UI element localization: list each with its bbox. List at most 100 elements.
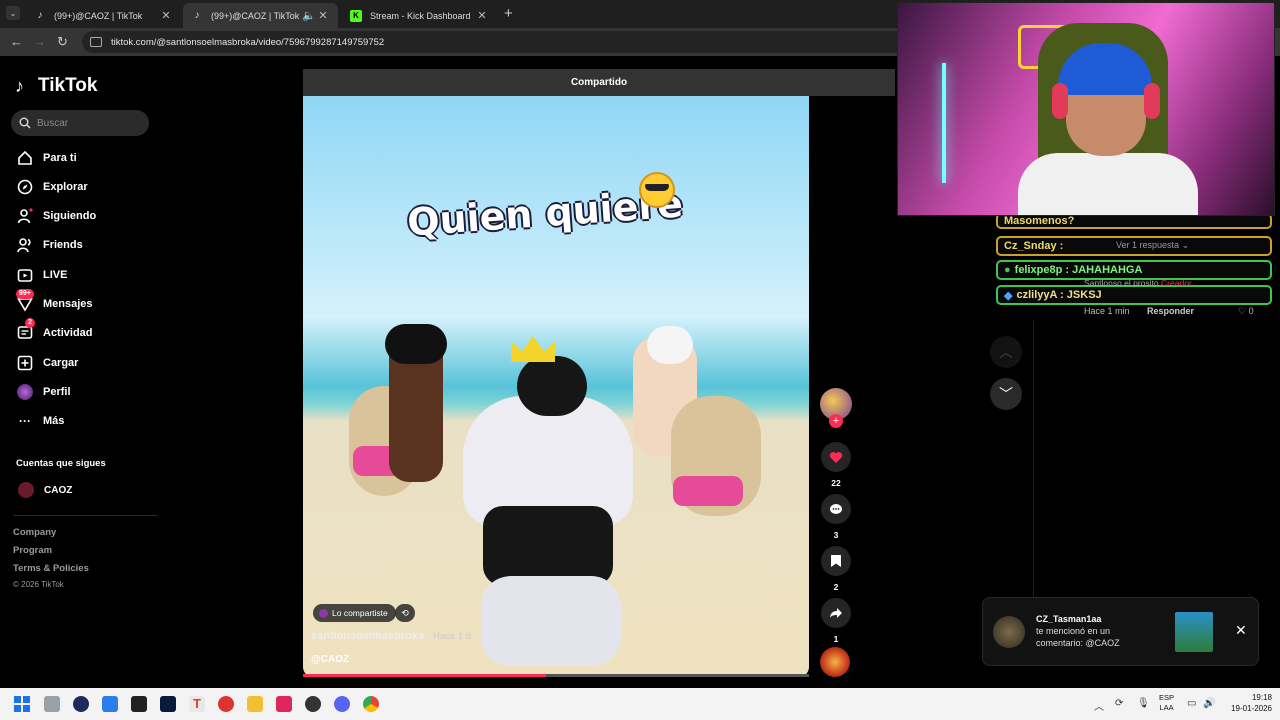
- following-icon: [16, 207, 34, 225]
- close-tab-icon[interactable]: ✕: [159, 9, 173, 22]
- save-button[interactable]: 2: [818, 546, 854, 592]
- chevron-up-icon: ︿: [999, 344, 1013, 360]
- app-icon[interactable]: [73, 696, 89, 712]
- file-explorer-icon[interactable]: [247, 696, 263, 712]
- system-clock[interactable]: 19:18 19-01-2026: [1222, 692, 1272, 714]
- kick-badge-icon: ●: [1004, 264, 1011, 276]
- tiktok-icon: ♪: [194, 10, 200, 21]
- epic-games-icon[interactable]: [131, 696, 147, 712]
- tab-title: (99+)@CAOZ | TikTok: [54, 10, 143, 21]
- character-center-head: [517, 356, 587, 416]
- kick-icon: K: [350, 9, 362, 22]
- previous-video-button[interactable]: ︿: [990, 336, 1022, 368]
- view-replies-link[interactable]: Ver 1 respuesta ⌄: [1116, 240, 1189, 251]
- windows-start-icon[interactable]: [14, 696, 30, 712]
- new-tab-button[interactable]: +: [504, 5, 513, 22]
- microphone-icon[interactable]: 🎙: [1137, 698, 1150, 709]
- clock-time: 19:18: [1251, 693, 1272, 702]
- reply-button[interactable]: Responder: [1147, 306, 1194, 316]
- nav-live[interactable]: LIVE: [16, 264, 67, 286]
- browser-tab-1[interactable]: ♪ (99+)@CAOZ | TikTok ✕: [26, 3, 181, 28]
- next-video-button[interactable]: ﹀: [990, 378, 1022, 410]
- language-indicator[interactable]: ESP LAA: [1159, 693, 1174, 713]
- close-tab-icon[interactable]: ✕: [316, 9, 330, 22]
- windows-taskbar: T ︿ ⟳ 🎙 ESP LAA ▭ 🔊 19:18 19-01-2026: [0, 688, 1280, 720]
- nav-cargar[interactable]: Cargar: [16, 352, 78, 374]
- nav-siguiendo[interactable]: Siguiendo: [16, 205, 96, 227]
- forward-icon[interactable]: →: [33, 34, 46, 49]
- avatar: [18, 482, 34, 498]
- site-info-icon[interactable]: [90, 37, 102, 47]
- share-button[interactable]: 1: [818, 598, 854, 644]
- photoshop-icon[interactable]: [160, 696, 176, 712]
- friends-icon: [16, 236, 34, 254]
- browser-tab-2[interactable]: ♪ (99+)@CAOZ | TikTok 🔈 ✕: [183, 3, 338, 28]
- like-button[interactable]: 22: [818, 442, 854, 488]
- video-progress-bar[interactable]: [303, 674, 809, 677]
- back-icon[interactable]: ←: [10, 34, 23, 49]
- nav-mas[interactable]: ··· Más: [16, 410, 64, 432]
- browser-tab-3[interactable]: K Stream - Kick Dashboard ✕: [342, 3, 497, 28]
- reply-author[interactable]: Santlonso el prosito Creador: [1084, 278, 1192, 288]
- close-tab-icon[interactable]: ✕: [475, 9, 489, 22]
- app-icon[interactable]: [102, 696, 118, 712]
- following-account-item[interactable]: CAOZ: [18, 482, 72, 498]
- comment-button[interactable]: 3: [818, 494, 854, 540]
- share-icon: [821, 598, 851, 628]
- tab-search-button[interactable]: ⌄: [6, 6, 20, 20]
- share-count: 1: [833, 634, 839, 644]
- chrome-icon[interactable]: [363, 696, 379, 712]
- comment-like-count: 0: [1248, 306, 1254, 316]
- reload-icon[interactable]: ↻: [57, 34, 68, 50]
- footer-company-link[interactable]: Company: [13, 527, 56, 538]
- repost-icon[interactable]: ⟲: [395, 604, 415, 622]
- video-mention[interactable]: @CAOZ: [311, 654, 349, 665]
- headphones-left: [1052, 83, 1068, 119]
- network-icon[interactable]: ▭: [1187, 698, 1196, 709]
- discord-icon[interactable]: [334, 696, 350, 712]
- character-center-shorts: [483, 506, 613, 586]
- video-player[interactable]: Quien quiere Lo compartiste ⟲ santlonsoe…: [303, 96, 809, 677]
- tab-title: (99+)@CAOZ | TikTok: [211, 10, 300, 21]
- app-icon[interactable]: T: [189, 696, 205, 712]
- headset-app-icon[interactable]: [218, 696, 234, 712]
- tiktok-app-icon[interactable]: [276, 696, 292, 712]
- webcam-overlay: [897, 2, 1275, 216]
- nav-friends[interactable]: Friends: [16, 234, 83, 256]
- tiktok-logo[interactable]: ♪ TikTok: [15, 75, 97, 97]
- tray-app-icon[interactable]: ⟳: [1115, 698, 1123, 709]
- nav-explorar[interactable]: Explorar: [16, 176, 88, 198]
- nav-actividad[interactable]: 2 Actividad: [16, 318, 93, 344]
- home-icon: [16, 149, 34, 167]
- mention-notification[interactable]: CZ_Tasman1aa te mencionó en un comentari…: [982, 597, 1259, 666]
- nav-perfil[interactable]: Perfil: [16, 381, 71, 403]
- shared-by-you-chip[interactable]: Lo compartiste: [313, 604, 396, 622]
- logo-text: TikTok: [38, 75, 98, 96]
- shared-chip-label: Lo compartiste: [332, 608, 388, 618]
- video-author[interactable]: santlonsoelmasbroka · Hace 1 d: [311, 630, 471, 642]
- nav-mensajes[interactable]: 99+ Mensajes: [16, 289, 93, 315]
- nav-label: Cargar: [43, 357, 79, 369]
- close-icon[interactable]: ✕: [1235, 622, 1247, 639]
- video-progress-fill: [303, 674, 546, 677]
- obs-icon[interactable]: [305, 696, 321, 712]
- tray-chevron-up-icon[interactable]: ︿: [1094, 698, 1104, 713]
- footer-terms-link[interactable]: Terms & Policies: [13, 563, 89, 574]
- headphones-right: [1144, 83, 1160, 119]
- character-left-hair: [385, 324, 447, 364]
- following-section-title: Cuentas que sigues: [16, 458, 106, 469]
- volume-icon[interactable]: 🔊: [1203, 698, 1215, 709]
- comment-like[interactable]: ♡ 0: [1238, 306, 1254, 317]
- footer-program-link[interactable]: Program: [13, 545, 52, 556]
- crown-icon: [511, 336, 555, 362]
- music-disc-icon[interactable]: [820, 647, 850, 677]
- nav-para-ti[interactable]: Para ti: [16, 147, 77, 169]
- avatar: [319, 608, 328, 618]
- address-bar[interactable]: tiktok.com/@santlonsoelmasbroka/video/75…: [82, 31, 912, 53]
- follow-plus-icon[interactable]: +: [829, 414, 843, 428]
- compass-icon: [16, 178, 34, 196]
- audio-icon[interactable]: 🔈: [302, 9, 316, 22]
- search-input[interactable]: Buscar: [11, 110, 149, 136]
- tiktok-icon: ♪: [37, 10, 43, 21]
- search-app-icon[interactable]: [44, 696, 60, 712]
